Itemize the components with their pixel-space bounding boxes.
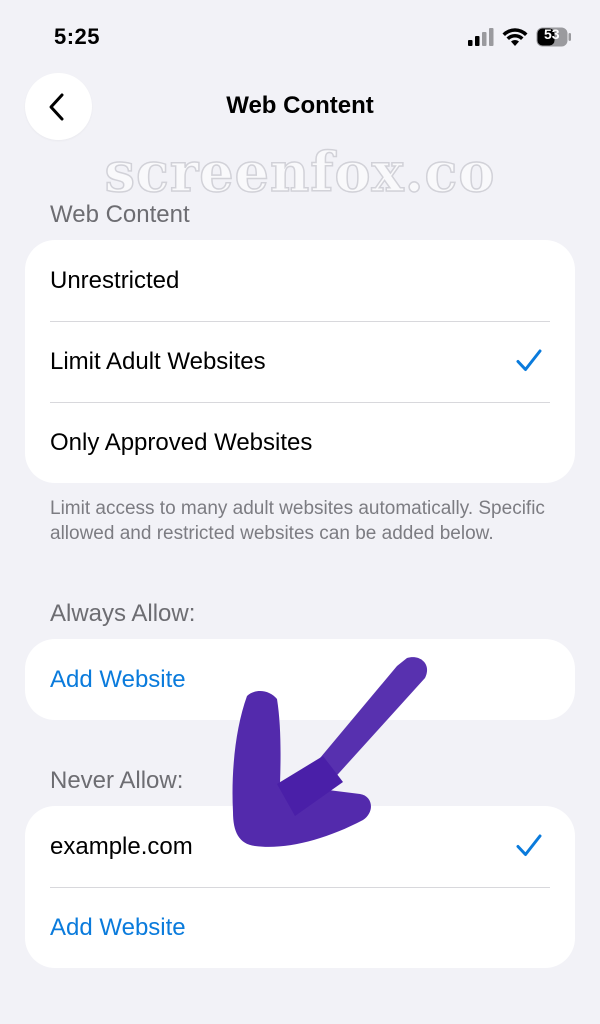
- section-header-web-content: Web Content: [50, 201, 190, 228]
- page-title: Web Content: [226, 92, 374, 119]
- option-unrestricted[interactable]: Unrestricted: [25, 240, 575, 321]
- website-label: example.com: [50, 832, 193, 860]
- option-label: Only Approved Websites: [50, 428, 313, 456]
- add-website-label: Add Website: [50, 665, 186, 693]
- watermark-logo: screenfox.co: [104, 139, 496, 205]
- web-content-options-group: Unrestricted Limit Adult Websites Only A…: [25, 240, 575, 483]
- option-label: Limit Adult Websites: [50, 347, 266, 375]
- wifi-icon: [502, 28, 528, 46]
- navigation-bar: Web Content: [0, 70, 600, 142]
- checkmark-icon: [516, 349, 542, 371]
- section-header-always-allow: Always Allow:: [50, 600, 196, 627]
- status-time: 5:25: [54, 24, 101, 49]
- battery-level: 53: [544, 26, 560, 42]
- annotation-arrow-icon: [232, 657, 428, 847]
- status-icons: 53: [468, 26, 571, 47]
- option-limit-adult-websites[interactable]: Limit Adult Websites: [25, 321, 575, 402]
- add-website-label: Add Website: [50, 913, 186, 941]
- option-only-approved-websites[interactable]: Only Approved Websites: [25, 402, 575, 483]
- section-header-never-allow: Never Allow:: [50, 767, 184, 794]
- web-content-footer-note: Limit access to many adult websites auto…: [50, 498, 545, 544]
- cellular-signal-icon: [468, 28, 494, 46]
- status-bar: 5:25 53: [0, 0, 600, 70]
- option-label: Unrestricted: [50, 266, 180, 294]
- battery-icon: 53: [536, 26, 571, 47]
- checkmark-icon: [516, 834, 542, 856]
- never-allow-add-website-button[interactable]: Add Website: [25, 887, 575, 968]
